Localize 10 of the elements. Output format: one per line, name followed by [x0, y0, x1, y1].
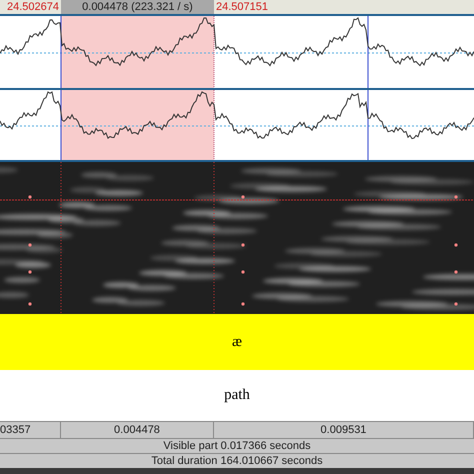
interval-tier[interactable]: path: [0, 370, 474, 421]
tier-label: æ: [232, 332, 242, 352]
total-duration-bar[interactable]: Total duration 164.010667 seconds: [0, 453, 474, 468]
interval-tier[interactable]: æ: [0, 314, 474, 370]
duration-segment[interactable]: 03357: [0, 422, 61, 438]
end-time: 24.507151: [215, 0, 268, 15]
start-time: 24.502674: [7, 0, 59, 15]
tier-label: path: [224, 386, 250, 406]
visible-part-bar[interactable]: Visible part 0.017366 seconds: [0, 438, 474, 453]
selection-duration: 0.004478 (223.321 / s): [82, 0, 193, 15]
